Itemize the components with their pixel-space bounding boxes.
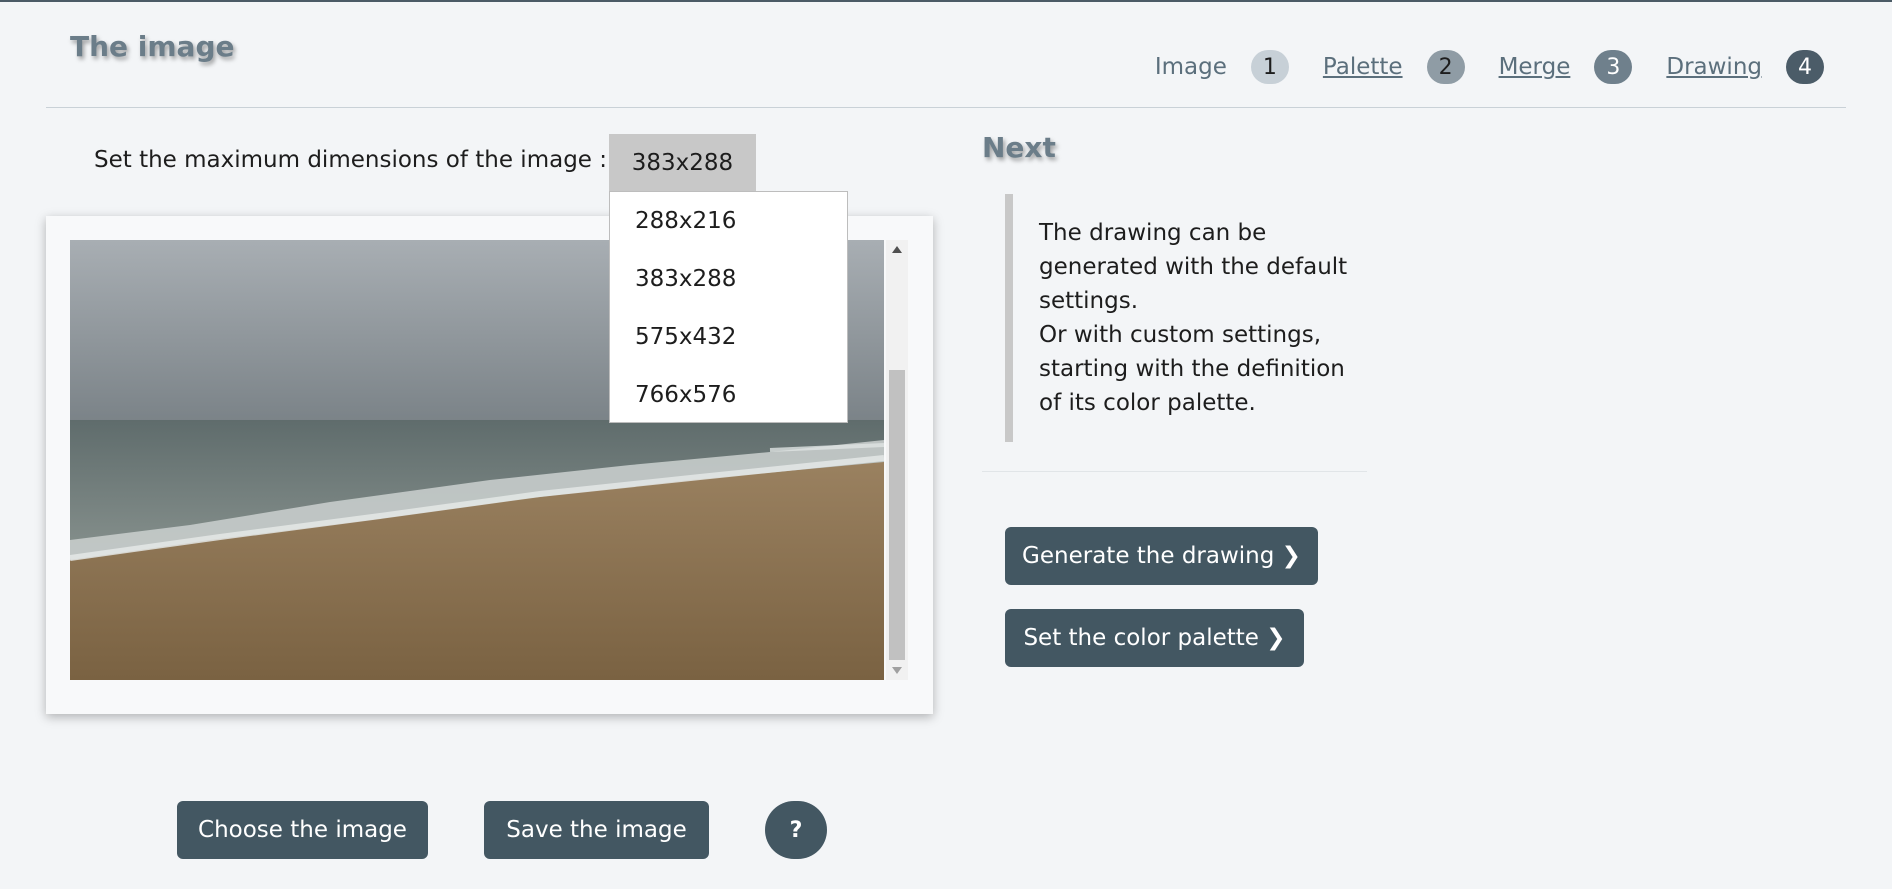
info-text-custom: Or with custom settings, starting with t… <box>1039 322 1345 416</box>
step-palette-badge: 2 <box>1426 50 1465 84</box>
scroll-thumb[interactable] <box>889 370 905 660</box>
top-border <box>0 0 1892 2</box>
next-divider <box>982 471 1367 472</box>
step-image: Image 1 <box>1155 50 1289 84</box>
dimension-option[interactable]: 383x288 <box>610 250 847 308</box>
save-image-button[interactable]: Save the image <box>484 801 709 859</box>
choose-image-button[interactable]: Choose the image <box>177 801 428 859</box>
step-image-badge: 1 <box>1250 50 1289 84</box>
next-info-box: The drawing can be generated with the de… <box>1005 194 1360 442</box>
image-scrollbar[interactable] <box>886 240 908 680</box>
step-drawing-badge: 4 <box>1786 50 1824 84</box>
generate-drawing-button[interactable]: Generate the drawing ❯ <box>1005 527 1318 585</box>
scroll-up-icon[interactable] <box>892 246 902 253</box>
dimensions-label: Set the maximum dimensions of the image … <box>94 147 608 173</box>
page-title: The image <box>70 30 235 63</box>
step-drawing-link[interactable]: Drawing <box>1666 54 1762 80</box>
step-merge[interactable]: Merge 3 <box>1499 50 1633 84</box>
step-merge-link[interactable]: Merge <box>1499 54 1571 80</box>
step-image-label: Image <box>1154 54 1227 80</box>
dimension-option[interactable]: 288x216 <box>610 192 847 250</box>
scroll-down-icon[interactable] <box>892 667 902 674</box>
dimensions-dropdown: 288x216 383x288 575x432 766x576 <box>609 191 848 423</box>
step-palette[interactable]: Palette 2 <box>1323 50 1465 84</box>
set-color-palette-button[interactable]: Set the color palette ❯ <box>1005 609 1304 667</box>
header-divider <box>46 107 1846 108</box>
step-navigation: Image 1 Palette 2 Merge 3 Drawing 4 <box>1121 50 1824 84</box>
step-drawing[interactable]: Drawing 4 <box>1666 50 1824 84</box>
info-text-default: The drawing can be generated with the de… <box>1039 220 1348 314</box>
dimension-option[interactable]: 575x432 <box>610 308 847 366</box>
dimensions-select[interactable]: 383x288 <box>609 134 756 191</box>
step-palette-link[interactable]: Palette <box>1323 54 1403 80</box>
step-merge-badge: 3 <box>1594 50 1633 84</box>
help-button[interactable]: ? <box>765 801 827 859</box>
next-title: Next <box>982 131 1056 164</box>
dimension-option[interactable]: 766x576 <box>610 366 847 424</box>
